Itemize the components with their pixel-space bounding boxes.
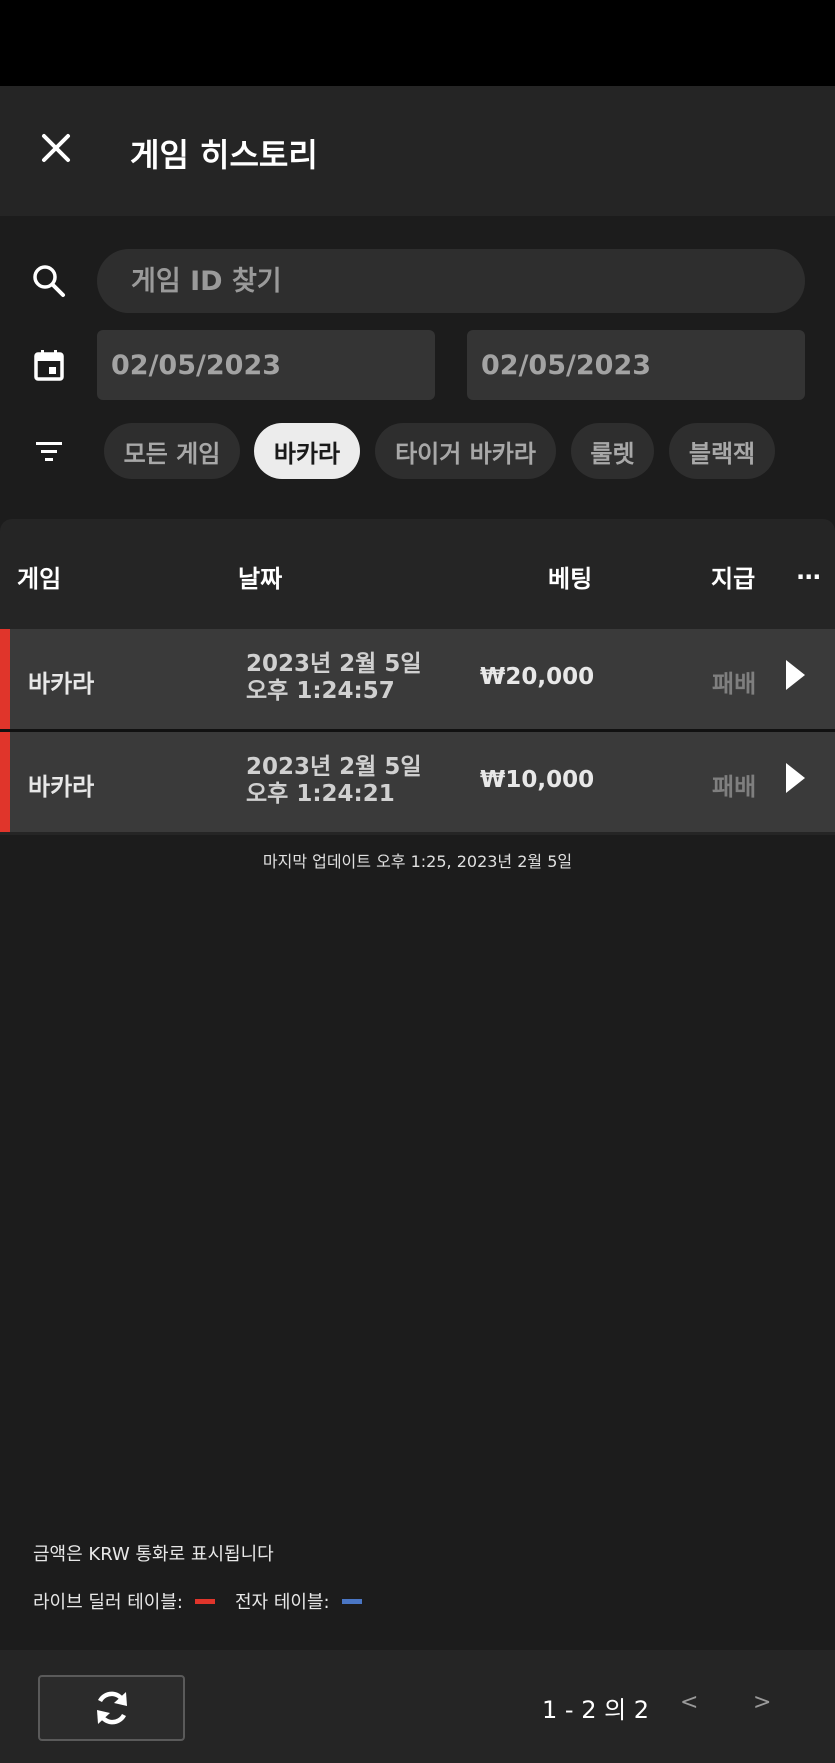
header: 게임 히스토리 bbox=[0, 86, 835, 216]
game-history-table: 게임 날짜 베팅 지급 ... 바카라 2023년 2월 5일 오후 1:24:… bbox=[0, 519, 835, 835]
currency-note: 금액은 KRW 통화로 표시됩니다 bbox=[33, 1544, 274, 1565]
legend-live-label: 라이브 딜러 테이블: bbox=[33, 1592, 183, 1613]
expand-row-icon[interactable] bbox=[784, 659, 806, 691]
column-header-date: 날짜 bbox=[238, 565, 283, 593]
chip-baccarat[interactable]: 바카라 bbox=[254, 423, 360, 479]
game-id-search-input[interactable] bbox=[97, 249, 805, 313]
row-date: 2023년 2월 5일 오후 1:24:21 bbox=[246, 754, 422, 808]
date-to-field[interactable]: 02/05/2023 bbox=[467, 330, 805, 400]
row-date-time: 오후 1:24:21 bbox=[246, 781, 395, 807]
refresh-icon bbox=[96, 1691, 127, 1725]
legend-electronic-swatch bbox=[341, 1598, 362, 1604]
table-row[interactable]: 바카라 2023년 2월 5일 오후 1:24:21 ₩10,000 패배 bbox=[0, 732, 835, 832]
date-from-field[interactable]: 02/05/2023 bbox=[97, 330, 435, 400]
refresh-button[interactable] bbox=[38, 1675, 185, 1741]
filter-panel: 02/05/2023 02/05/2023 모든 게임 바카라 타이거 바카라 … bbox=[0, 216, 835, 520]
row-payout: 패배 bbox=[712, 773, 757, 801]
column-header-game: 게임 bbox=[17, 565, 62, 593]
notes: 금액은 KRW 통화로 표시됩니다 라이브 딜러 테이블: 전자 테이블: bbox=[33, 1540, 733, 1614]
row-game: 바카라 bbox=[28, 773, 95, 801]
live-dealer-marker bbox=[0, 732, 10, 832]
filter-icon[interactable] bbox=[26, 428, 72, 474]
close-icon bbox=[42, 134, 70, 162]
row-date: 2023년 2월 5일 오후 1:24:57 bbox=[246, 651, 422, 705]
prev-page-button[interactable]: < bbox=[680, 1690, 698, 1715]
live-dealer-marker bbox=[0, 629, 10, 729]
next-page-button[interactable]: > bbox=[753, 1690, 771, 1715]
status-bar bbox=[0, 0, 835, 86]
chip-roulette[interactable]: 룰렛 bbox=[571, 423, 654, 479]
row-date-time: 오후 1:24:57 bbox=[246, 678, 395, 704]
table-row[interactable]: 바카라 2023년 2월 5일 오후 1:24:57 ₩20,000 패배 bbox=[0, 629, 835, 729]
footer: 1 - 2 의 2 < > bbox=[0, 1650, 835, 1763]
row-bet: ₩20,000 bbox=[480, 664, 595, 690]
table-type-legend: 라이브 딜러 테이블: 전자 테이블: bbox=[33, 1588, 733, 1614]
close-button[interactable] bbox=[34, 126, 78, 170]
column-header-bet: 베팅 bbox=[548, 565, 593, 593]
page-title: 게임 히스토리 bbox=[130, 136, 318, 174]
pagination-label: 1 - 2 의 2 bbox=[542, 1696, 650, 1724]
expand-row-icon[interactable] bbox=[784, 762, 806, 794]
row-payout: 패배 bbox=[712, 670, 757, 698]
search-icon bbox=[26, 258, 72, 304]
row-bet: ₩10,000 bbox=[480, 767, 595, 793]
chip-all-games[interactable]: 모든 게임 bbox=[104, 423, 240, 479]
chip-tiger-baccarat[interactable]: 타이거 바카라 bbox=[375, 423, 556, 479]
row-game: 바카라 bbox=[28, 670, 95, 698]
more-columns-button[interactable]: ... bbox=[796, 557, 821, 585]
row-date-day: 2023년 2월 5일 bbox=[246, 754, 422, 780]
calendar-icon bbox=[26, 342, 72, 388]
legend-live-swatch bbox=[195, 1598, 215, 1604]
column-header-payout: 지급 bbox=[711, 565, 756, 593]
last-update-text: 마지막 업데이트 오후 1:25, 2023년 2월 5일 bbox=[262, 852, 573, 871]
chip-blackjack[interactable]: 블랙잭 bbox=[669, 423, 775, 479]
legend-electronic-label: 전자 테이블: bbox=[235, 1592, 330, 1613]
row-date-day: 2023년 2월 5일 bbox=[246, 651, 422, 677]
